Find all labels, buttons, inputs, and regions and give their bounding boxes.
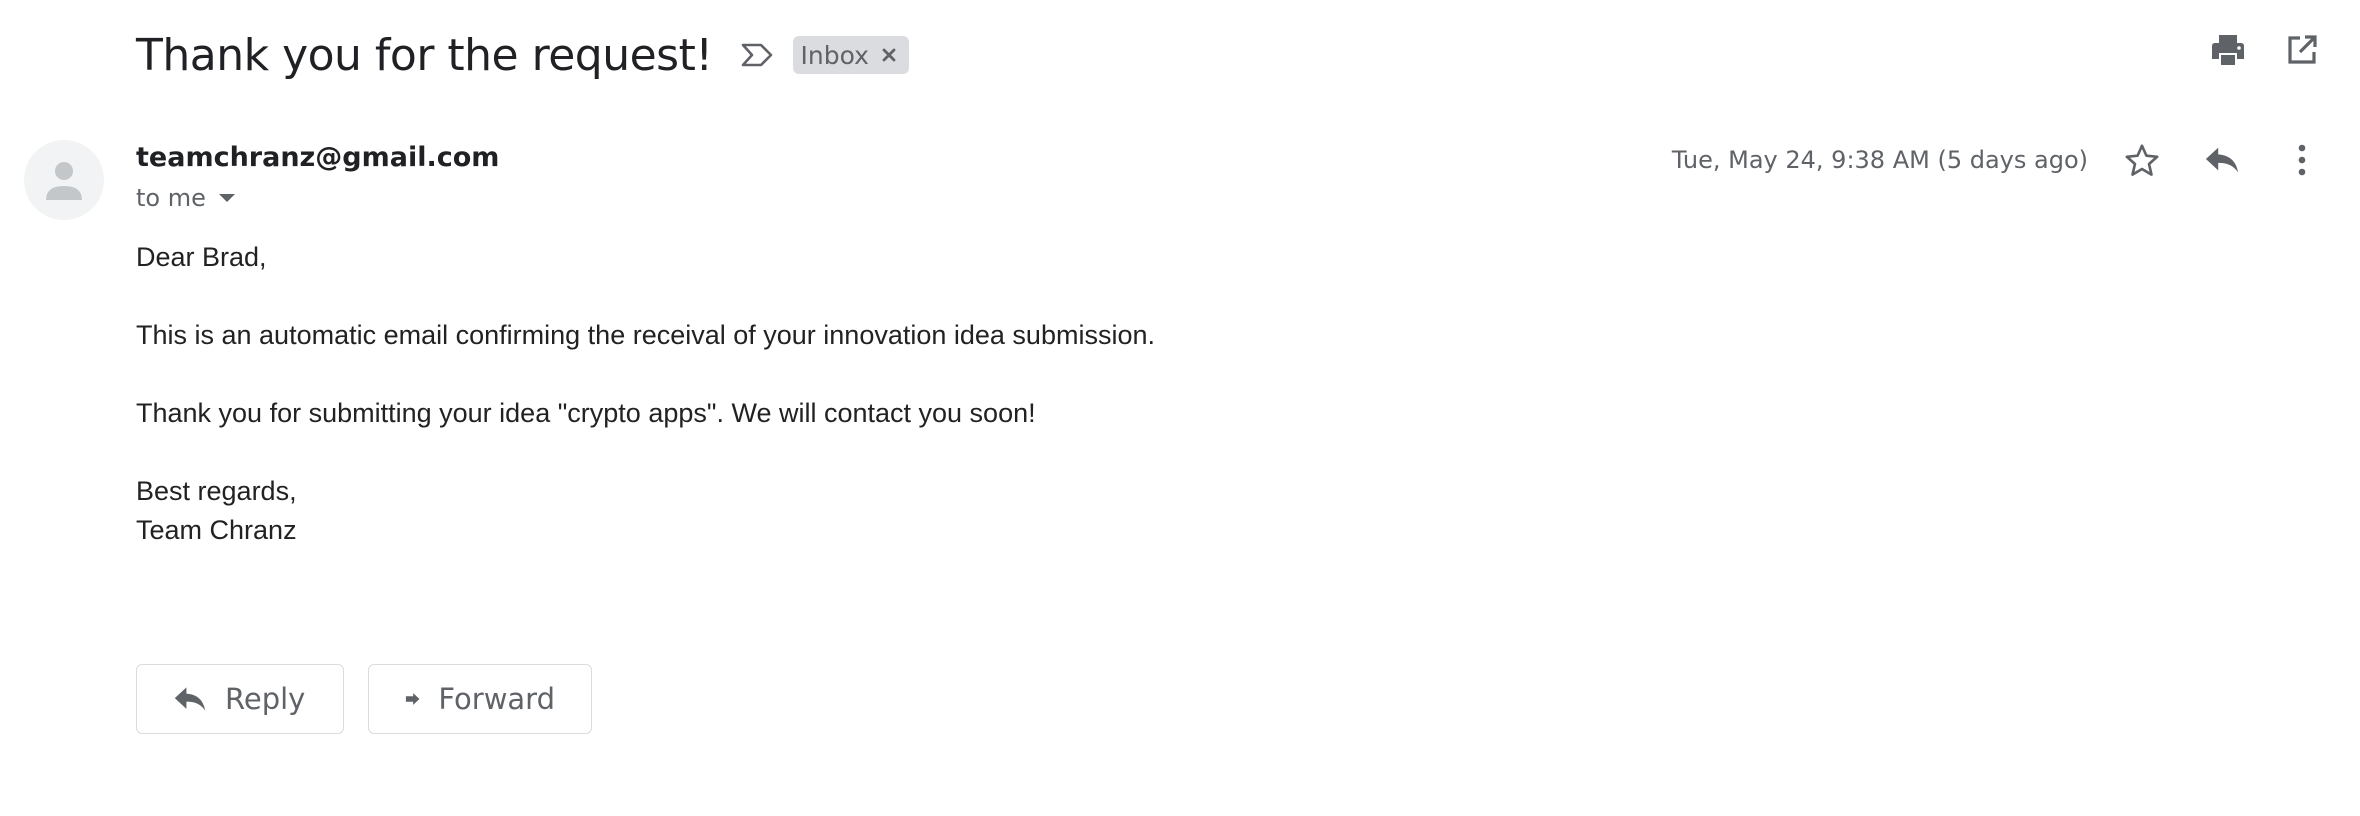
sender-email: teamchranz@gmail.com	[136, 142, 500, 173]
open-in-new-window-icon[interactable]	[2284, 32, 2320, 68]
body-signature: Team Chranz	[136, 515, 297, 545]
body-closing: Best regards,	[136, 476, 297, 506]
recipient-details-toggle[interactable]: to me	[136, 184, 236, 212]
caret-down-icon	[218, 194, 235, 202]
message-body: Dear Brad, This is an automatic email co…	[136, 238, 1936, 550]
person-icon	[46, 162, 82, 200]
email-view: Thank you for the request! Inbox teamchr…	[0, 0, 2360, 816]
star-icon[interactable]	[2124, 142, 2160, 178]
forward-icon	[405, 693, 420, 705]
label-chip-text: Inbox	[800, 40, 869, 70]
more-vert-icon[interactable]	[2284, 142, 2320, 178]
reply-icon[interactable]	[2204, 142, 2240, 178]
reply-icon	[174, 687, 206, 711]
message-date: Tue, May 24, 9:38 AM (5 days ago)	[1671, 146, 2088, 174]
body-greeting: Dear Brad,	[136, 242, 267, 272]
reply-button[interactable]: Reply	[136, 664, 344, 734]
sender-avatar[interactable]	[24, 140, 104, 220]
subject-row: Thank you for the request! Inbox	[136, 20, 909, 90]
reply-button-label: Reply	[225, 682, 306, 716]
email-subject: Thank you for the request!	[136, 29, 713, 81]
forward-button[interactable]: Forward	[368, 664, 592, 734]
label-chip-inbox: Inbox	[792, 36, 909, 74]
message-meta: Tue, May 24, 9:38 AM (5 days ago)	[1672, 138, 2320, 182]
print-icon[interactable]	[2210, 32, 2246, 68]
body-line-1: This is an automatic email confirming th…	[136, 320, 1155, 350]
reply-forward-actions: Reply Forward	[136, 664, 592, 734]
forward-button-label: Forward	[438, 682, 555, 716]
thread-actions	[2210, 32, 2320, 68]
recipient-text: to me	[136, 184, 206, 212]
body-line-2: Thank you for submitting your idea "cryp…	[136, 398, 1036, 428]
label-importance-icon[interactable]	[739, 37, 775, 73]
remove-label-icon[interactable]	[879, 45, 899, 65]
